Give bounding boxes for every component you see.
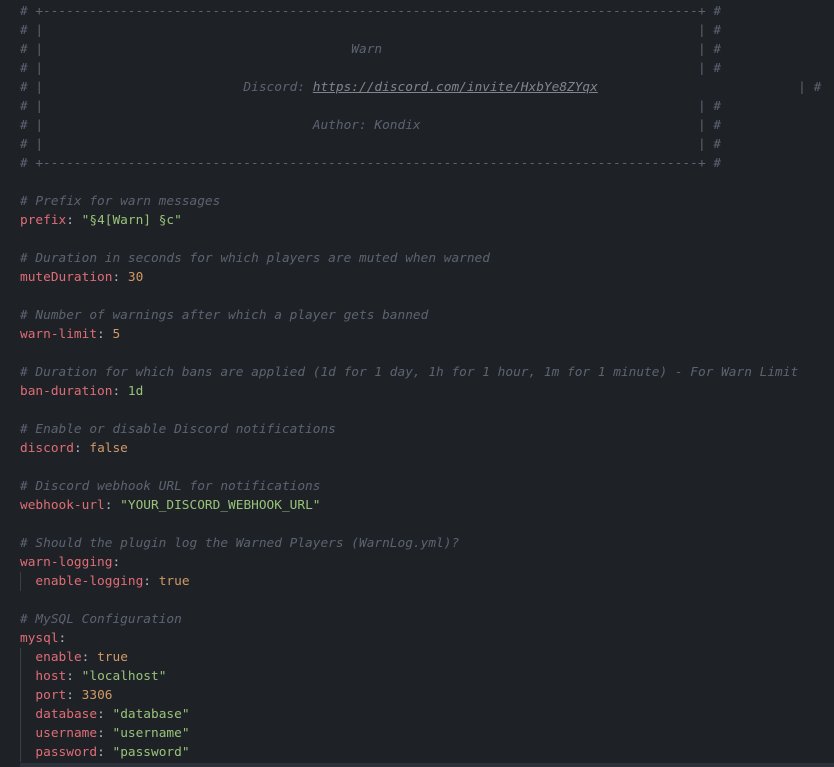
- horizontal-scrollbar[interactable]: [20, 763, 834, 767]
- header-spacer-line: # | | #: [20, 99, 722, 114]
- warn-limit-value: 5: [112, 327, 121, 342]
- prefix-comment: # Prefix for warn messages: [20, 194, 221, 209]
- indent-guide: [20, 648, 21, 762]
- warn-logging-key: warn-logging: [20, 555, 113, 570]
- warn-limit-key: warn-limit: [20, 327, 98, 342]
- mysql-host-line: host: "localhost": [35, 669, 167, 684]
- mysql-line: mysql:: [20, 631, 67, 646]
- mysql-password-line: password: "password": [35, 745, 190, 760]
- enable-logging-key: enable-logging: [35, 574, 144, 589]
- prefix-value: "§4[Warn] §c": [81, 213, 182, 228]
- header-spacer-line: # | | #: [20, 137, 722, 152]
- enable-logging-value: true: [158, 574, 190, 589]
- mysql-database-key: database: [35, 707, 98, 722]
- discord-comment: # Enable or disable Discord notification…: [20, 422, 336, 437]
- header-border-bottom: # +-------------------------------------…: [20, 156, 722, 171]
- discord-line-end: | #: [597, 80, 822, 95]
- mute-duration-key: muteDuration: [20, 270, 113, 285]
- enable-logging-line: enable-logging: true: [35, 574, 190, 589]
- mysql-port-value: 3306: [81, 688, 113, 703]
- mysql-key: mysql: [20, 631, 59, 646]
- mute-duration-comment: # Duration in seconds for which players …: [20, 251, 490, 266]
- header-spacer-line: # | | #: [20, 61, 722, 76]
- header-discord-line: # | Discord: https://discord.com/invite/…: [20, 78, 821, 97]
- indent-guide: [20, 572, 21, 591]
- prefix-line: prefix: "§4[Warn] §c": [20, 213, 182, 228]
- warn-logging-comment: # Should the plugin log the Warned Playe…: [20, 536, 460, 551]
- header-spacer-line: # | | #: [20, 23, 722, 38]
- discord-line: discord: false: [20, 441, 128, 456]
- header-title-line: # | Warn | #: [20, 42, 722, 57]
- header-border-top: # +-------------------------------------…: [20, 4, 722, 19]
- mysql-host-value: "localhost": [81, 669, 167, 684]
- mysql-port-key: port: [35, 688, 67, 703]
- warn-limit-line: warn-limit: 5: [20, 327, 121, 342]
- code-editor[interactable]: # +-------------------------------------…: [0, 0, 834, 767]
- prefix-key: prefix: [20, 213, 67, 228]
- mysql-port-line: port: 3306: [35, 688, 113, 703]
- mysql-username-key: username: [35, 726, 98, 741]
- ban-duration-value: 1d: [127, 384, 144, 399]
- mute-duration-value: 30: [127, 270, 144, 285]
- mysql-database-line: database: "database": [35, 707, 190, 722]
- webhook-url-value: "YOUR_DISCORD_WEBHOOK_URL": [120, 498, 321, 513]
- webhook-url-comment: # Discord webhook URL for notifications: [20, 479, 321, 494]
- mysql-enable-value: true: [97, 650, 128, 665]
- mute-duration-line: muteDuration: 30: [20, 270, 144, 285]
- mysql-database-value: "database": [112, 707, 190, 722]
- mysql-host-key: host: [35, 669, 67, 684]
- warn-limit-comment: # Number of warnings after which a playe…: [20, 308, 429, 323]
- ban-duration-line: ban-duration: 1d: [20, 384, 144, 399]
- mysql-enable-key: enable: [35, 650, 82, 665]
- discord-value: false: [89, 441, 128, 456]
- webhook-url-line: webhook-url: "YOUR_DISCORD_WEBHOOK_URL": [20, 498, 321, 513]
- ban-duration-key: ban-duration: [20, 384, 113, 399]
- discord-key: discord: [20, 441, 74, 456]
- mysql-username-line: username: "username": [35, 726, 190, 741]
- discord-label: # | Discord:: [20, 80, 313, 95]
- mysql-password-key: password: [35, 745, 98, 760]
- mysql-username-value: "username": [112, 726, 190, 741]
- ban-duration-comment: # Duration for which bans are applied (1…: [20, 365, 799, 380]
- mysql-password-value: "password": [112, 745, 190, 760]
- header-author-line: # | Author: Kondix | #: [20, 118, 722, 133]
- warn-logging-line: warn-logging:: [20, 555, 121, 570]
- discord-invite-link[interactable]: https://discord.com/invite/HxbYe8ZYqx: [313, 80, 598, 95]
- mysql-enable-line: enable: true: [35, 650, 128, 665]
- webhook-url-key: webhook-url: [20, 498, 105, 513]
- mysql-comment: # MySQL Configuration: [20, 612, 182, 627]
